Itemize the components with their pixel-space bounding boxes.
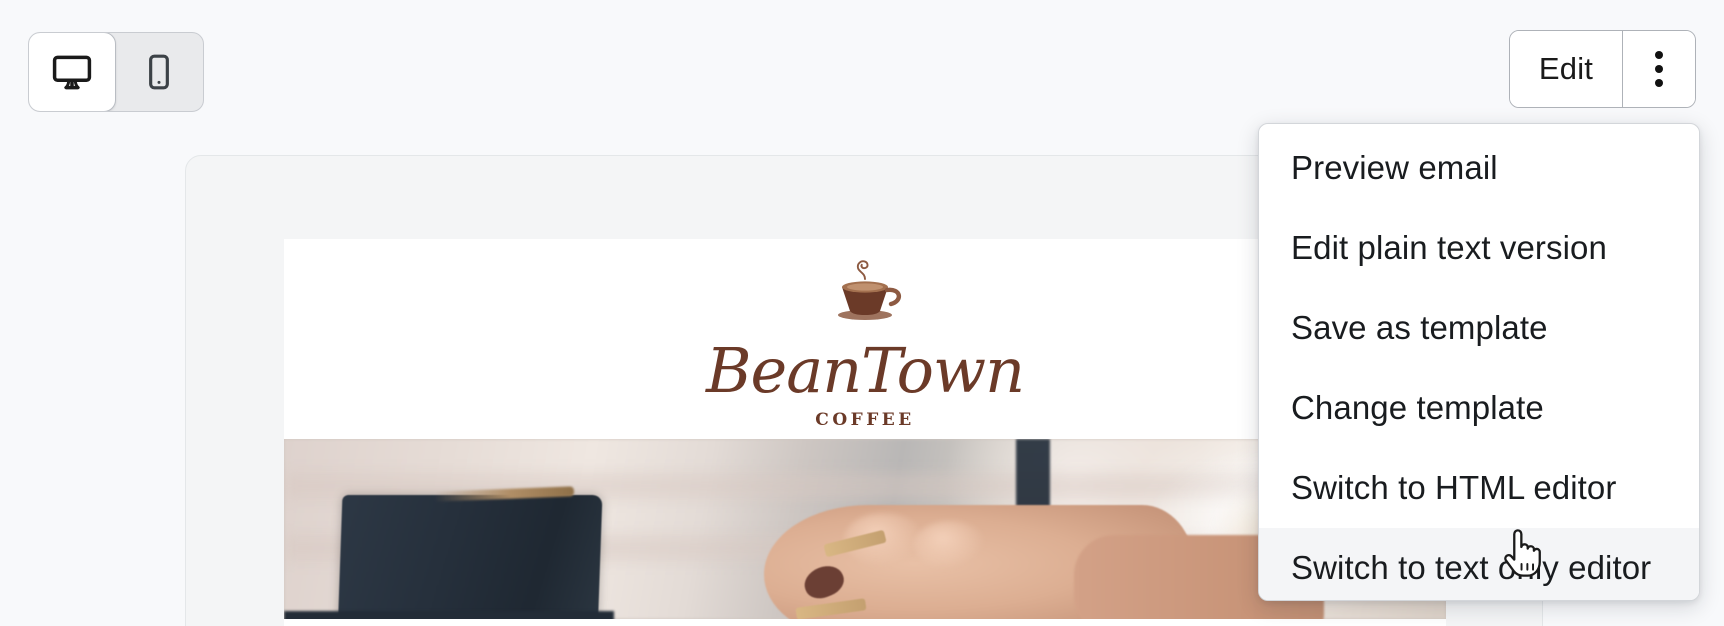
kebab-dot-2: [1655, 65, 1663, 73]
menu-item-save-as-template[interactable]: Save as template: [1259, 288, 1699, 368]
device-preview-toggle[interactable]: [28, 32, 204, 112]
menu-item-change-template[interactable]: Change template: [1259, 368, 1699, 448]
kebab-dot-3: [1655, 79, 1663, 87]
photo-hand-knuckle-2: [914, 521, 986, 569]
mobile-phone-icon: [139, 52, 179, 92]
device-toggle-mobile[interactable]: [115, 33, 203, 111]
photo-pitcher-base: [284, 611, 614, 619]
more-actions-button[interactable]: [1623, 31, 1695, 107]
photo-coffee-pitcher: [337, 495, 603, 619]
logo-wordmark: BeanTown: [705, 333, 1025, 407]
device-toggle-desktop[interactable]: [29, 33, 116, 111]
menu-item-switch-to-text-only-editor[interactable]: Switch to text only editor: [1259, 528, 1699, 600]
kebab-vertical-dots-icon: [1655, 51, 1663, 59]
menu-item-preview-email[interactable]: Preview email: [1259, 128, 1699, 208]
edit-split-button-group[interactable]: Edit: [1509, 30, 1696, 108]
email-editor-preview-screen: Edit BeanTown COFFEE Preview email Edit …: [0, 0, 1724, 626]
edit-button[interactable]: Edit: [1510, 31, 1622, 107]
logo-subtitle: COFFEE: [815, 409, 915, 430]
more-actions-dropdown-menu[interactable]: Preview email Edit plain text version Sa…: [1258, 123, 1700, 601]
editor-toolbar: Edit: [0, 0, 1724, 128]
coffee-cup-with-steam-icon: [817, 249, 913, 338]
menu-item-switch-to-html-editor[interactable]: Switch to HTML editor: [1259, 448, 1699, 528]
desktop-monitor-icon: [50, 50, 94, 94]
menu-item-edit-plain-text-version[interactable]: Edit plain text version: [1259, 208, 1699, 288]
